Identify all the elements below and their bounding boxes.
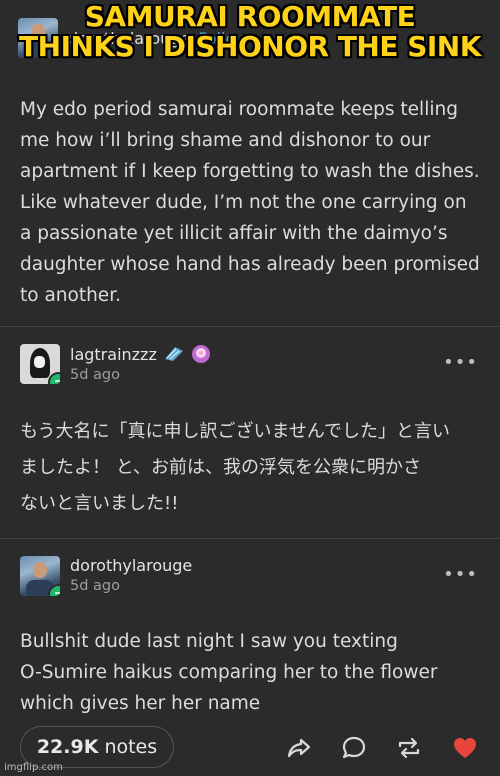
like-icon[interactable] [452,735,478,761]
reply-timestamp: 5d ago [70,367,120,383]
reply-text-line: O-Sumire haikus comparing her to the flo… [20,662,438,683]
divider [0,538,500,539]
meme-caption-line-1: SAMURAI ROOMMATE [84,0,416,33]
avatar[interactable] [20,556,60,596]
avatar[interactable] [20,344,60,384]
reply-text-line: Bullshit dude last night I saw you texti… [20,631,398,652]
meme-caption: SAMURAI ROOMMATE THINKS I DISHONOR THE S… [0,2,500,62]
reblog-icon[interactable] [396,735,422,761]
share-icon[interactable] [286,735,312,761]
reply-username[interactable]: lagtrainzzz [70,345,157,364]
reply-text: もう大名に「真に申し訳ございませんでした」と言い ましたよ！ と、お前は、我の浮… [20,414,490,522]
divider [0,326,500,327]
more-options-button[interactable]: ••• [443,564,478,585]
paper-fan-icon [164,347,183,361]
reply-text-line: ないと言いました!! [20,493,179,514]
more-options-button[interactable]: ••• [443,352,478,373]
original-post-text: My edo period samurai roommate keeps tel… [20,99,480,306]
reply-text: Bullshit dude last night I saw you texti… [20,626,480,719]
reply-timestamp: 5d ago [70,578,120,594]
pink-flower-icon [191,345,210,363]
reply-text-line: which gives her her name [20,693,261,714]
reply-icon[interactable] [341,735,367,761]
notes-label: notes [104,736,158,758]
reply-text-line: ましたよ！ と、お前は、我の浮気を公衆に明かさ [20,457,421,478]
reply-username[interactable]: dorothylarouge [70,556,192,575]
meme-caption-line-2: THINKS I DISHONOR THE SINK [19,30,481,63]
reply-header: lagtrainzzz 5d ago [20,344,211,384]
notes-count: 22.9K [36,736,99,758]
reply-header: dorothylarouge 5d ago [20,556,192,596]
watermark: imgflip.com [4,762,63,773]
reply-text-line: もう大名に「真に申し訳ございませんでした」と言い [20,421,451,442]
